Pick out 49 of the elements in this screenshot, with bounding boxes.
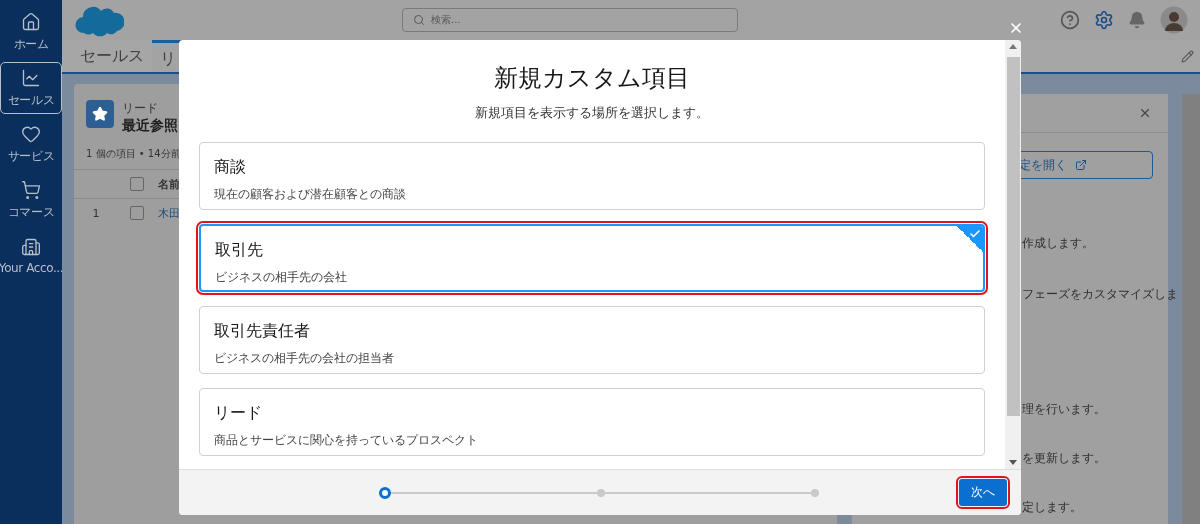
help-text: を更新します。 bbox=[1022, 450, 1106, 467]
option-card[interactable]: リード 商品とサービスに関心を持っているプロスペクト bbox=[199, 388, 985, 456]
scroll-up-icon[interactable] bbox=[1009, 44, 1017, 49]
scroll-down-icon[interactable] bbox=[1009, 460, 1017, 465]
modal-title: 新規カスタム項目 bbox=[493, 63, 691, 94]
building-icon bbox=[21, 237, 41, 257]
nav-item[interactable]: サービス bbox=[0, 118, 62, 170]
checkbox[interactable] bbox=[130, 177, 144, 191]
help-text: フェーズをカスタマイズしま bbox=[1022, 286, 1178, 303]
bell-icon[interactable] bbox=[1128, 11, 1146, 29]
help-icon[interactable] bbox=[1060, 10, 1080, 30]
scrollbar[interactable] bbox=[1182, 94, 1200, 524]
list-meta: 1 個の項目 • 14分前 bbox=[86, 147, 181, 161]
help-text: 定します。 bbox=[1022, 499, 1082, 516]
option-description: ビジネスの相手先の会社 bbox=[215, 269, 348, 286]
pencil-icon[interactable] bbox=[1181, 49, 1194, 63]
cart-icon bbox=[21, 179, 41, 200]
nav-item[interactable]: コマース bbox=[0, 174, 62, 226]
settings-icon[interactable] bbox=[1094, 10, 1114, 30]
option-title: 商談 bbox=[214, 157, 247, 178]
option-title: リード bbox=[214, 403, 263, 424]
option-card[interactable]: 商談 現在の顧客および潜在顧客との商談 bbox=[199, 142, 985, 210]
home-icon bbox=[21, 11, 41, 32]
close-icon[interactable] bbox=[1138, 106, 1152, 120]
avatar[interactable] bbox=[1160, 6, 1188, 34]
nav-item[interactable]: ホーム bbox=[0, 6, 62, 58]
search-icon bbox=[413, 14, 425, 26]
chart-icon bbox=[21, 67, 41, 88]
object-label: リード bbox=[122, 100, 159, 117]
checkbox[interactable] bbox=[130, 206, 144, 220]
help-text: 作成します。 bbox=[1022, 235, 1094, 252]
option-description: 商品とサービスに関心を持っているプロスペクト bbox=[214, 432, 479, 449]
option-description: ビジネスの相手先の会社の担当者 bbox=[214, 350, 395, 367]
object-icon bbox=[86, 100, 114, 128]
option-title: 取引先責任者 bbox=[214, 321, 311, 342]
option-title: 取引先 bbox=[215, 240, 264, 261]
tab[interactable]: セールス bbox=[72, 40, 152, 72]
option-card[interactable]: 取引先 ビジネスの相手先の会社 bbox=[199, 224, 985, 292]
external-link-icon bbox=[1075, 159, 1087, 171]
row-number: 1 bbox=[91, 206, 101, 220]
option-description: 現在の顧客および潜在顧客との商談 bbox=[214, 186, 407, 203]
scrollbar[interactable] bbox=[1005, 40, 1021, 469]
modal-subtitle: 新規項目を表示する場所を選択します。 bbox=[474, 104, 710, 122]
list-title: 最近参照 bbox=[122, 117, 178, 135]
close-button[interactable] bbox=[1008, 20, 1024, 36]
column-header: 名前 bbox=[158, 176, 180, 192]
option-card[interactable]: 取引先責任者 ビジネスの相手先の会社の担当者 bbox=[199, 306, 985, 374]
help-text: 理を行います。 bbox=[1022, 401, 1106, 418]
next-button[interactable]: 次へ bbox=[959, 479, 1007, 506]
